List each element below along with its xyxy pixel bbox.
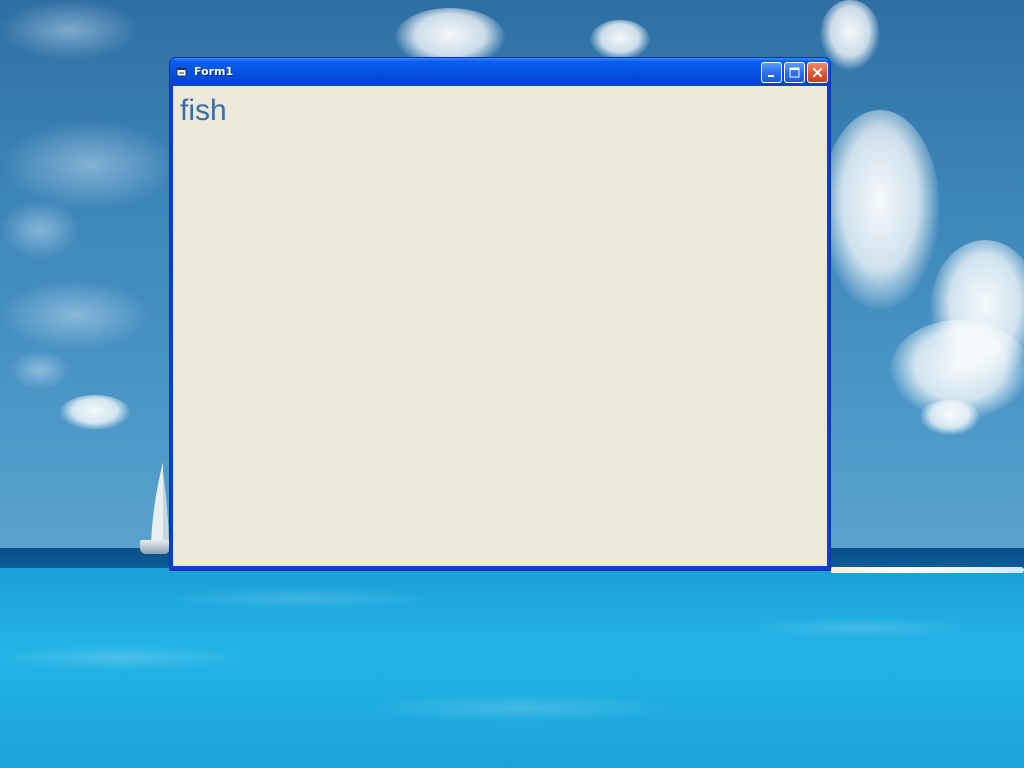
form-icon[interactable] <box>176 66 188 78</box>
minimize-icon <box>768 75 774 77</box>
cloud <box>820 110 940 310</box>
cloud <box>0 0 140 60</box>
close-icon <box>812 67 823 78</box>
minimize-button[interactable] <box>761 62 782 83</box>
sailboat-icon <box>151 462 169 542</box>
cloud <box>10 350 70 390</box>
close-button[interactable] <box>807 62 828 83</box>
form-client-area[interactable]: fish <box>173 86 827 566</box>
cloud <box>0 120 180 210</box>
sea <box>0 568 1024 768</box>
cloud <box>590 20 650 60</box>
cloud <box>0 200 80 260</box>
cloud <box>60 395 130 430</box>
maximize-icon <box>789 67 800 78</box>
cloud <box>920 400 980 435</box>
maximize-button[interactable] <box>784 62 805 83</box>
fish-label: fish <box>180 94 227 127</box>
cloud <box>0 280 150 350</box>
boat-hull <box>140 540 170 554</box>
title-bar[interactable]: Form1 <box>170 58 830 86</box>
window-title: Form1 <box>194 65 234 78</box>
form-window[interactable]: Form1 fish <box>169 57 831 571</box>
sandbar <box>830 567 1024 573</box>
